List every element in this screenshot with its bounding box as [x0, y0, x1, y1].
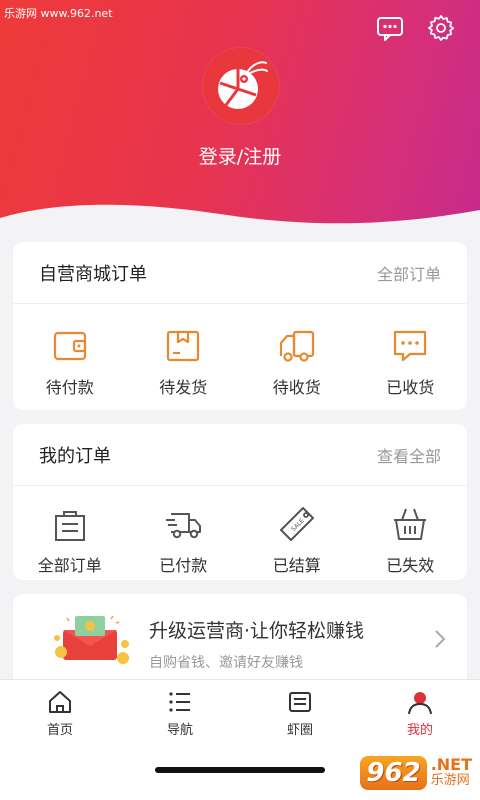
tab-label: 导航 — [166, 723, 193, 738]
settled-item[interactable]: SALE 已结算 — [240, 486, 354, 580]
expired-item[interactable]: 已失效 — [354, 486, 468, 580]
item-label: 全部订单 — [37, 556, 102, 575]
bag-icon — [54, 511, 85, 541]
watermark-logo: 962 .NET 乐游网 — [360, 756, 472, 790]
tab-label: 我的 — [406, 723, 433, 738]
list-icon — [169, 692, 190, 712]
login-register-link[interactable]: 登录/注册 — [0, 142, 480, 169]
chat-icon — [394, 330, 427, 362]
upgrade-operator-banner[interactable]: 升级运营商·让你轻松赚钱 自购省钱、邀请好友赚钱 — [13, 594, 467, 684]
tag-icon: SALE — [279, 507, 314, 541]
promo-subtitle: 自购省钱、邀请好友赚钱 — [149, 655, 303, 671]
item-label: 已付款 — [159, 556, 208, 575]
feed-icon — [289, 692, 311, 712]
received-item[interactable]: 已收货 — [354, 304, 468, 410]
user-icon — [408, 692, 432, 715]
tab-navigation[interactable]: 导航 — [120, 680, 240, 742]
tab-label: 首页 — [46, 723, 73, 738]
mall-orders-card: 自营商城订单 全部订单 待付款 待发货 待收货 已收货 — [13, 242, 467, 410]
tab-label: 虾圈 — [286, 723, 313, 738]
item-label: 待付款 — [45, 378, 94, 397]
my-orders-header: 我的订单 查看全部 — [13, 424, 467, 486]
wallet-icon — [53, 331, 86, 361]
home-icon — [49, 691, 71, 713]
watermark-text: 乐游网 www.962.net — [4, 7, 113, 20]
watermark-cn: 乐游网 — [430, 773, 470, 788]
box-icon — [167, 330, 200, 362]
truck-icon — [279, 330, 314, 362]
delivery-icon — [166, 513, 202, 539]
item-label: 待收货 — [272, 378, 321, 397]
tab-home[interactable]: 首页 — [0, 680, 120, 742]
red-envelope-coins-icon — [54, 615, 129, 664]
watermark-net: .NET — [430, 755, 472, 774]
pending-shipment-item[interactable]: 待发货 — [127, 304, 241, 410]
all-orders-item[interactable]: 全部订单 — [13, 486, 127, 580]
message-icon[interactable] — [376, 14, 404, 42]
chevron-right-icon — [435, 630, 446, 648]
mall-orders-header: 自营商城订单 全部订单 — [13, 242, 467, 304]
pending-receipt-item[interactable]: 待收货 — [240, 304, 354, 410]
bottom-tab-bar: 首页 导航 虾圈 我的 962 .NET 乐游网 — [0, 679, 480, 800]
my-orders-title: 我的订单 — [39, 445, 111, 467]
gear-icon[interactable] — [427, 14, 455, 42]
profile-header: 乐游网 www.962.net 登录/注册 — [0, 0, 480, 235]
basket-icon — [394, 508, 427, 540]
promo-title: 升级运营商·让你轻松赚钱 — [149, 620, 365, 642]
paid-item[interactable]: 已付款 — [127, 486, 241, 580]
shrimp-logo-icon — [218, 61, 268, 109]
item-label: 已收货 — [386, 378, 435, 397]
my-orders-card: 我的订单 查看全部 全部订单 已付款 SALE 已结算 已失效 — [13, 424, 467, 580]
header-wave — [0, 204, 480, 235]
home-indicator[interactable] — [155, 767, 325, 773]
watermark-962: 962 — [360, 756, 427, 790]
mall-orders-title: 自营商城订单 — [39, 263, 147, 285]
tab-shrimp-circle[interactable]: 虾圈 — [240, 680, 360, 742]
all-orders-link[interactable]: 全部订单 — [377, 261, 441, 285]
avatar[interactable] — [203, 48, 279, 124]
item-label: 待发货 — [159, 378, 208, 397]
item-label: 已失效 — [386, 556, 435, 575]
view-all-link[interactable]: 查看全部 — [377, 443, 441, 467]
item-label: 已结算 — [272, 556, 321, 575]
tab-mine[interactable]: 我的 — [360, 680, 480, 742]
pending-payment-item[interactable]: 待付款 — [13, 304, 127, 410]
